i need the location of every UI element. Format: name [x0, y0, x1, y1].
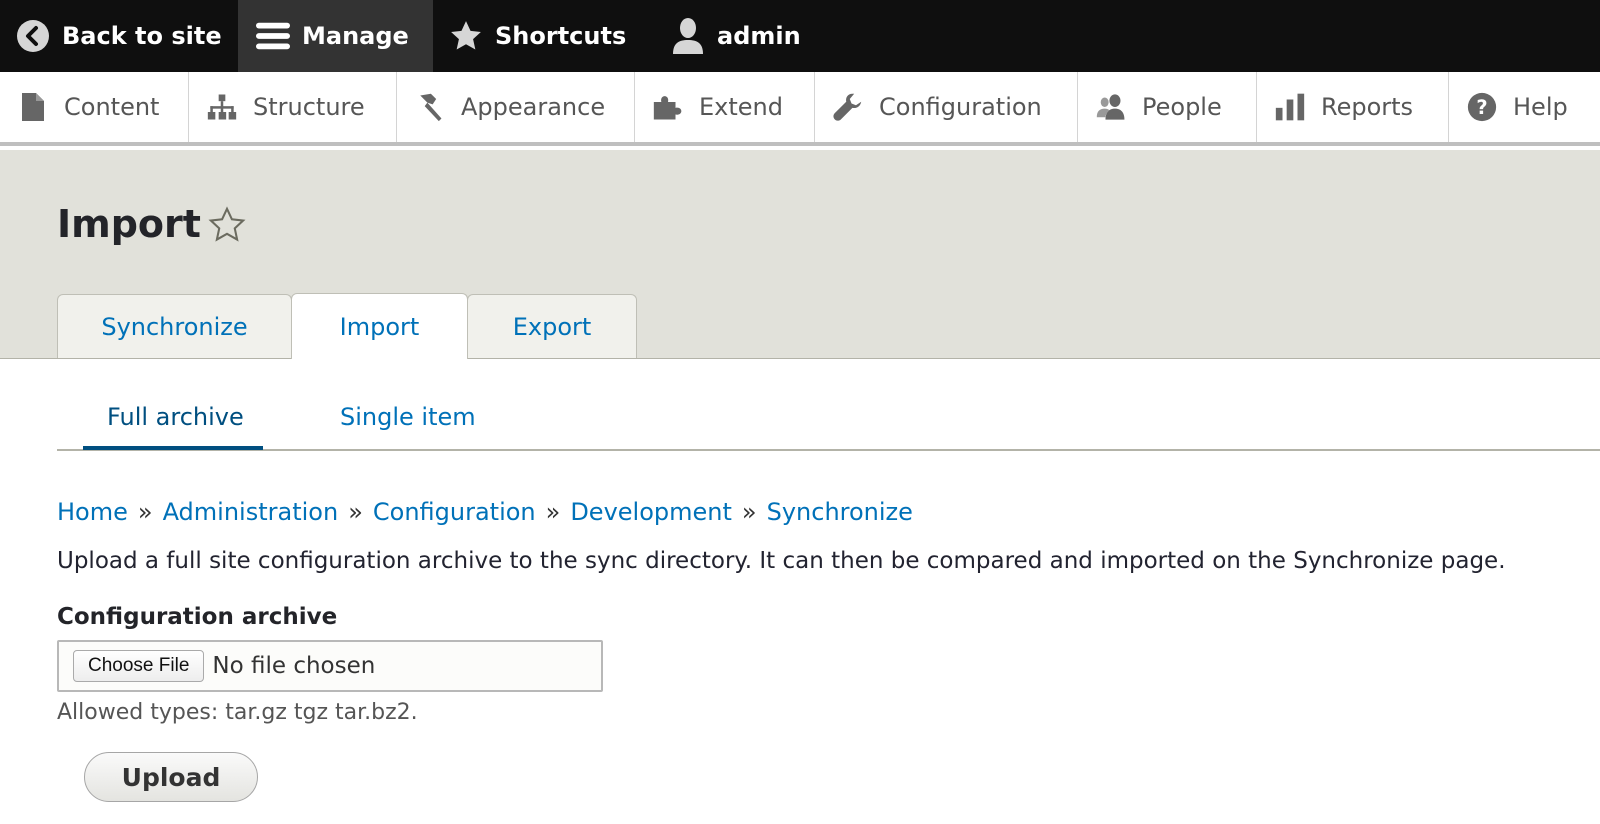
manage-tab[interactable]: Manage: [238, 0, 433, 72]
tab-label: Import: [339, 312, 420, 341]
menu-item-content[interactable]: Content: [0, 72, 189, 142]
breadcrumb-administration[interactable]: Administration: [163, 498, 339, 526]
menu-item-help[interactable]: ? Help: [1449, 72, 1600, 142]
menu-item-extend[interactable]: Extend: [635, 72, 815, 142]
secondary-tabs: Full archive Single item: [57, 385, 1600, 451]
help-icon: ?: [1467, 92, 1497, 122]
breadcrumb-separator: »: [545, 498, 561, 526]
page-header: Import Synchronize Import Export: [0, 150, 1600, 359]
menu-item-label: Structure: [253, 93, 365, 121]
breadcrumb-separator: »: [348, 498, 363, 526]
user-icon: [671, 18, 705, 54]
back-to-site-link[interactable]: Back to site: [0, 0, 238, 72]
menu-item-label: People: [1142, 93, 1222, 121]
tab-import[interactable]: Import: [291, 293, 468, 359]
menu-item-appearance[interactable]: Appearance: [397, 72, 635, 142]
menu-item-label: Appearance: [461, 93, 606, 121]
back-to-site-label: Back to site: [62, 22, 222, 50]
extend-icon: [653, 92, 683, 122]
add-shortcut-star-icon[interactable]: [208, 206, 246, 244]
page-description: Upload a full site configuration archive…: [57, 548, 1506, 574]
shortcuts-tab[interactable]: Shortcuts: [433, 0, 649, 72]
admin-toolbar: Back to site Manage Shortcuts admin: [0, 0, 1600, 72]
people-icon: [1096, 92, 1126, 122]
menu-item-label: Reports: [1321, 93, 1414, 121]
subtab-single-item[interactable]: Single item: [340, 403, 476, 431]
upload-button[interactable]: Upload: [84, 752, 258, 802]
svg-text:?: ?: [1476, 96, 1487, 119]
menu-item-label: Configuration: [879, 93, 1042, 121]
admin-menu-tray: Content Structure Appearance Extend Conf…: [0, 72, 1600, 146]
tab-export[interactable]: Export: [467, 294, 637, 358]
breadcrumb-configuration[interactable]: Configuration: [373, 498, 536, 526]
star-icon: [449, 19, 483, 53]
subtab-full-archive[interactable]: Full archive: [107, 403, 244, 431]
active-subtab-indicator: [83, 446, 263, 450]
appearance-icon: [415, 92, 445, 122]
menu-item-people[interactable]: People: [1078, 72, 1257, 142]
user-label: admin: [717, 22, 801, 50]
breadcrumb-home[interactable]: Home: [57, 498, 128, 526]
manage-label: Manage: [302, 22, 409, 50]
allowed-types-help: Allowed types: tar.gz tgz tar.bz2.: [57, 700, 418, 725]
no-file-chosen-text: No file chosen: [212, 653, 376, 679]
primary-tabs: Synchronize Import Export: [57, 293, 637, 359]
configuration-archive-label: Configuration archive: [57, 604, 338, 630]
breadcrumb-separator: »: [741, 498, 757, 526]
tab-synchronize[interactable]: Synchronize: [57, 294, 292, 358]
user-tab[interactable]: admin: [649, 0, 817, 72]
hamburger-icon: [256, 19, 290, 53]
tab-label: Export: [512, 312, 592, 341]
breadcrumb-synchronize[interactable]: Synchronize: [767, 498, 913, 526]
tab-label: Synchronize: [101, 312, 248, 341]
chevron-left-circle-icon: [16, 19, 50, 53]
menu-item-label: Content: [64, 93, 160, 121]
breadcrumb: Home » Administration » Configuration » Develo…: [57, 498, 913, 526]
menu-item-label: Help: [1513, 93, 1568, 121]
menu-item-label: Extend: [699, 93, 783, 121]
menu-item-configuration[interactable]: Configuration: [815, 72, 1078, 142]
configuration-archive-file-input[interactable]: Choose File No file chosen: [57, 640, 603, 692]
breadcrumb-separator: »: [137, 498, 153, 526]
menu-item-structure[interactable]: Structure: [189, 72, 397, 142]
shortcuts-label: Shortcuts: [495, 22, 627, 50]
page-title: Import: [57, 202, 201, 246]
structure-icon: [207, 92, 237, 122]
reports-icon: [1275, 92, 1305, 122]
content-icon: [18, 92, 48, 122]
breadcrumb-development[interactable]: Development: [570, 498, 732, 526]
choose-file-button[interactable]: Choose File: [73, 650, 205, 682]
wrench-icon: [833, 92, 863, 122]
menu-item-reports[interactable]: Reports: [1257, 72, 1449, 142]
